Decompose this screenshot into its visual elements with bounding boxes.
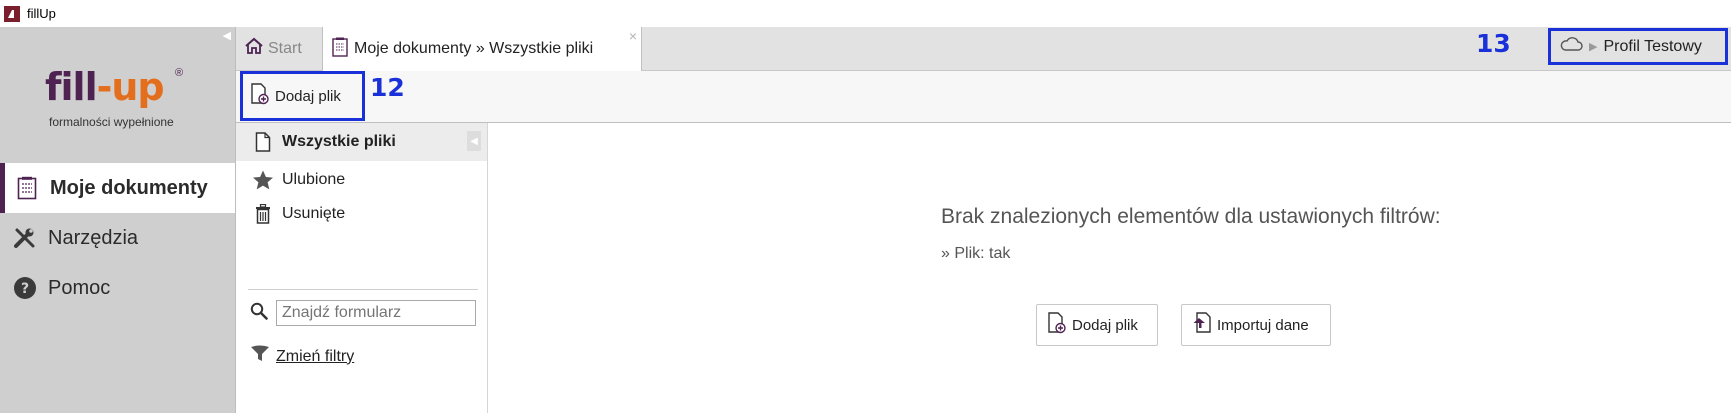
left-sidebar: ◀ fill-up ® formalności wypełnione Moje … [0,27,236,413]
fillup-logo: fill-up ® formalności wypełnione [45,65,184,129]
import-data-button[interactable]: Importuj dane [1181,304,1331,346]
tab-close-icon[interactable]: × [629,28,637,44]
document-list-icon [332,37,348,62]
filter-item-usuniete[interactable]: Usunięte [236,195,487,233]
form-search [250,298,482,328]
window-title: fillUp [27,6,56,21]
filter-funnel-icon [250,345,270,368]
filters-panel: Wszystkie pliki ◀ Ulubione Usunięte Zmie… [236,123,488,413]
button-label: Dodaj plik [1072,316,1138,334]
filter-label: Wszystkie pliki [282,133,396,150]
sidebar-item-label: Pomoc [48,276,111,299]
cloud-icon [1559,36,1583,57]
sidebar-item-narzedzia[interactable]: Narzędzia [0,213,235,263]
sidebar-item-label: Narzędzia [48,226,139,249]
tab-label: Start [268,39,302,57]
annotation-marker-12: 12 [370,73,405,102]
main-content: Brak znalezionych elementów dla ustawion… [488,123,1731,413]
add-file-button[interactable]: Dodaj plik [1036,304,1158,346]
sidebar-item-moje-dokumenty[interactable]: Moje dokumenty [0,163,235,213]
annotation-marker-13: 13 [1476,29,1511,58]
tab-start[interactable]: Start [236,27,323,70]
sidebar-item-label: Moje dokumenty [50,176,208,199]
search-icon [250,302,268,325]
logo-tagline: formalności wypełnione [49,115,174,129]
add-file-toolbar-button[interactable]: Dodaj plik [240,71,365,121]
filter-item-ulubione[interactable]: Ulubione [236,161,487,199]
app-icon [4,5,20,22]
change-filters-link[interactable]: Zmień filtry [250,345,354,368]
sidebar-collapse-icon[interactable]: ◀ [223,29,231,42]
svg-text:?: ? [21,281,29,297]
profile-label: Profil Testowy [1603,37,1702,55]
add-file-icon [250,83,270,109]
trash-icon [252,204,274,224]
button-label: Dodaj plik [275,87,341,105]
tab-bar: Start Moje dokumenty » Wszystkie pliki ×… [236,27,1731,71]
filter-item-wszystkie-pliki[interactable]: Wszystkie pliki [236,123,487,161]
toolbar: Dodaj plik 12 [236,71,1731,123]
filter-label: Usunięte [282,205,346,222]
tab-label: Moje dokumenty » Wszystkie pliki [354,40,594,57]
star-icon [252,170,274,190]
search-input[interactable] [276,300,476,326]
file-icon [252,132,274,152]
button-label: Importuj dane [1217,316,1309,334]
active-filter-note: » Plik: tak [941,245,1011,262]
empty-state-message: Brak znalezionych elementów dla ustawion… [941,205,1441,228]
profile-button[interactable]: ▶ Profil Testowy [1548,28,1728,65]
breadcrumb-separator-icon: ▶ [1589,41,1598,53]
filters-collapse-icon[interactable]: ◀ [467,131,481,151]
document-list-icon [14,175,40,201]
divider [248,289,478,290]
tab-moje-dokumenty[interactable]: Moje dokumenty » Wszystkie pliki × [323,27,642,71]
import-file-icon [1192,312,1212,338]
window-titlebar: fillUp [0,0,1731,27]
add-file-icon [1047,312,1067,338]
filter-label: Ulubione [282,171,346,188]
tools-icon [12,225,38,251]
help-icon: ? [12,275,38,301]
sidebar-item-pomoc[interactable]: ? Pomoc [0,263,235,313]
home-icon [244,37,264,60]
change-filters-label: Zmień filtry [276,347,355,365]
